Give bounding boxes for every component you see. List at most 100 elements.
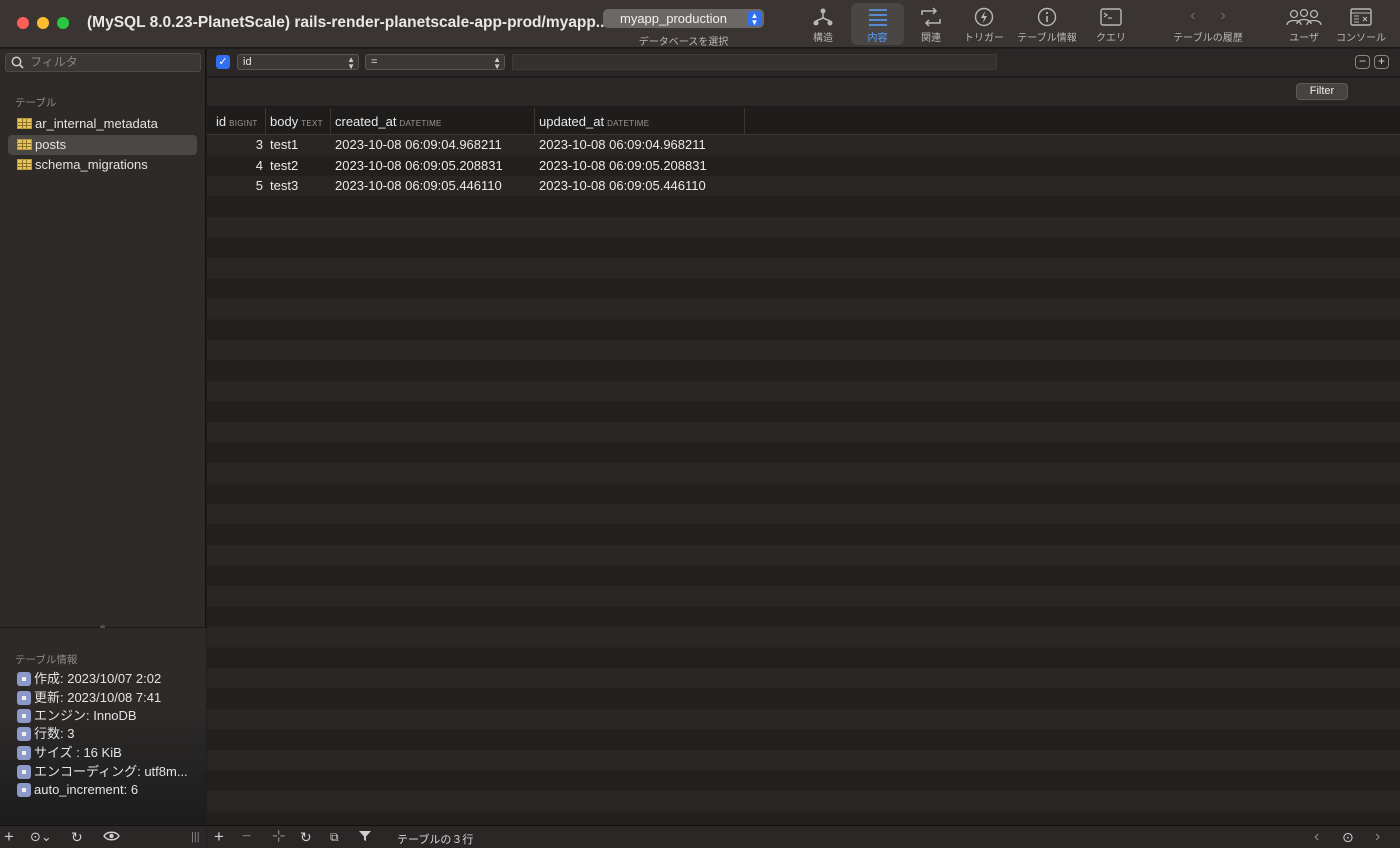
close-window-button[interactable]: [17, 17, 29, 29]
filter-action-bar: Filter: [207, 78, 1400, 107]
pagination-options-icon[interactable]: ⊙: [1342, 829, 1354, 845]
info-encoding: エンコーディング: utf8m...: [17, 764, 188, 780]
content-button[interactable]: 内容: [851, 3, 904, 45]
triggers-label: トリガー: [964, 33, 1004, 44]
refresh-icon[interactable]: ↻: [300, 829, 312, 845]
table-name: ar_internal_metadata: [35, 116, 158, 131]
filter-bar: ✓ id ▲ ▼ = ▲ ▼ − +: [207, 49, 1400, 77]
column-header-id[interactable]: id BIGINT: [207, 108, 266, 135]
tables-section-label: テーブル: [15, 97, 57, 109]
info-bullet-icon: [17, 783, 31, 797]
relations-button[interactable]: 関連: [906, 3, 956, 45]
table-row[interactable]: 5 test3 2023-10-08 06:09:05.446110 2023-…: [207, 176, 1400, 196]
minimize-window-button[interactable]: [37, 17, 49, 29]
database-select-value: myapp_production: [620, 11, 727, 26]
table-name: schema_migrations: [35, 157, 148, 172]
forward-icon[interactable]: ›: [1220, 7, 1225, 24]
info-updated: 更新: 2023/10/08 7:41: [17, 690, 161, 706]
table-icon: [17, 159, 32, 170]
history-label: テーブルの履歴: [1173, 33, 1243, 44]
users-button[interactable]: ユーザ: [1282, 3, 1326, 45]
filter-field-select[interactable]: id ▲ ▼: [237, 54, 359, 71]
chevron-updown-icon: ▲ ▼: [493, 55, 501, 71]
add-table-icon[interactable]: +: [4, 828, 14, 845]
relations-icon: [906, 3, 956, 29]
table-name: posts: [35, 137, 67, 152]
add-row-icon[interactable]: +: [214, 828, 224, 845]
users-label: ユーザ: [1289, 33, 1319, 44]
window-title: (MySQL 8.0.23-PlanetScale) rails-render-…: [87, 14, 609, 31]
table-info-button[interactable]: テーブル情報: [1014, 3, 1080, 45]
chevron-updown-icon: ▲ ▼: [747, 11, 762, 27]
query-label: クエリ: [1096, 33, 1126, 44]
resize-handle-icon[interactable]: |||: [191, 829, 200, 845]
info-bullet-icon: [17, 709, 31, 723]
table-row[interactable]: 3 test1 2023-10-08 06:09:04.968211 2023-…: [207, 135, 1400, 155]
console-icon: [1332, 3, 1390, 29]
users-icon: [1282, 3, 1326, 29]
structure-button[interactable]: 構造: [797, 3, 849, 45]
info-rows: 行数: 3: [17, 726, 74, 742]
content-bottom-bar: + − ⊹ ↻ ⧉ テーブルの３行 ‹ ⊙ ›: [207, 825, 1400, 848]
toolbar: (MySQL 8.0.23-PlanetScale) rails-render-…: [0, 0, 1400, 48]
info-bullet-icon: [17, 727, 31, 741]
structure-icon: [797, 3, 849, 29]
relations-label: 関連: [921, 33, 941, 44]
info-bullet-icon: [17, 672, 31, 686]
eye-icon[interactable]: [103, 829, 120, 846]
structure-label: 構造: [813, 33, 833, 44]
chevron-updown-icon: ▲ ▼: [347, 55, 355, 71]
table-icon: [17, 139, 32, 150]
filter-operator-select[interactable]: = ▲ ▼: [365, 54, 505, 71]
table-filter-input[interactable]: フィルタ: [5, 53, 201, 72]
content-pane: ✓ id ▲ ▼ = ▲ ▼ − + Filter id BIGINT body TEX…: [207, 49, 1400, 825]
previous-page-icon[interactable]: ‹: [1314, 829, 1319, 845]
column-header-created-at[interactable]: created_at DATETIME: [326, 108, 535, 135]
duplicate-row-icon[interactable]: ⊹: [272, 829, 285, 845]
column-header-updated-at[interactable]: updated_at DATETIME: [530, 108, 745, 135]
table-info-label: テーブル情報: [1017, 33, 1077, 44]
console-label: コンソール: [1336, 33, 1386, 44]
back-icon[interactable]: ‹: [1190, 7, 1195, 24]
row-count-label: テーブルの３行: [397, 834, 474, 846]
refresh-icon[interactable]: ↻: [71, 829, 83, 845]
info-icon: [1014, 3, 1080, 29]
next-page-icon[interactable]: ›: [1375, 829, 1380, 845]
info-auto-increment: auto_increment: 6: [17, 782, 138, 798]
info-bullet-icon: [17, 746, 31, 760]
table-icon: [17, 118, 32, 129]
query-button[interactable]: クエリ: [1086, 3, 1136, 45]
apply-filter-button[interactable]: Filter: [1296, 83, 1348, 100]
remove-filter-button[interactable]: −: [1355, 55, 1370, 69]
console-button[interactable]: コンソール: [1332, 3, 1390, 45]
list-icon: [851, 3, 904, 29]
grid-header: id BIGINT body TEXT created_at DATETIME upd…: [207, 108, 1400, 135]
bolt-icon: [958, 3, 1010, 29]
info-bullet-icon: [17, 691, 31, 705]
more-options-icon[interactable]: ⊙⌄: [30, 829, 52, 845]
content-label: 内容: [867, 33, 888, 44]
add-filter-button[interactable]: +: [1374, 55, 1389, 69]
filter-enabled-checkbox[interactable]: ✓: [216, 55, 230, 69]
table-filter-placeholder: フィルタ: [30, 55, 78, 69]
search-icon: [11, 56, 24, 74]
info-size: サイズ : 16 KiB: [17, 745, 122, 761]
columns-icon[interactable]: ⧉: [330, 829, 339, 845]
sidebar-table-ar-internal-metadata[interactable]: ar_internal_metadata: [8, 114, 197, 134]
table-row[interactable]: 4 test2 2023-10-08 06:09:05.208831 2023-…: [207, 156, 1400, 176]
zoom-window-button[interactable]: [57, 17, 69, 29]
sidebar-table-posts[interactable]: posts: [8, 135, 197, 155]
filter-value-input[interactable]: [512, 54, 997, 70]
info-created: 作成: 2023/10/07 2:02: [17, 671, 161, 687]
column-header-body[interactable]: body TEXT: [261, 108, 331, 135]
delete-row-icon[interactable]: −: [242, 829, 251, 845]
triggers-button[interactable]: トリガー: [958, 3, 1010, 45]
sidebar-table-schema-migrations[interactable]: schema_migrations: [8, 155, 197, 175]
grid-body: 3 test1 2023-10-08 06:09:04.968211 2023-…: [207, 135, 1400, 825]
info-bullet-icon: [17, 765, 31, 779]
sidebar-bottom-bar: + ⊙⌄ ↻ |||: [0, 825, 206, 848]
terminal-icon: [1086, 3, 1136, 29]
database-select[interactable]: myapp_production ▲ ▼: [603, 9, 764, 28]
info-engine: エンジン: InnoDB: [17, 708, 137, 724]
filter-icon[interactable]: [359, 829, 371, 845]
